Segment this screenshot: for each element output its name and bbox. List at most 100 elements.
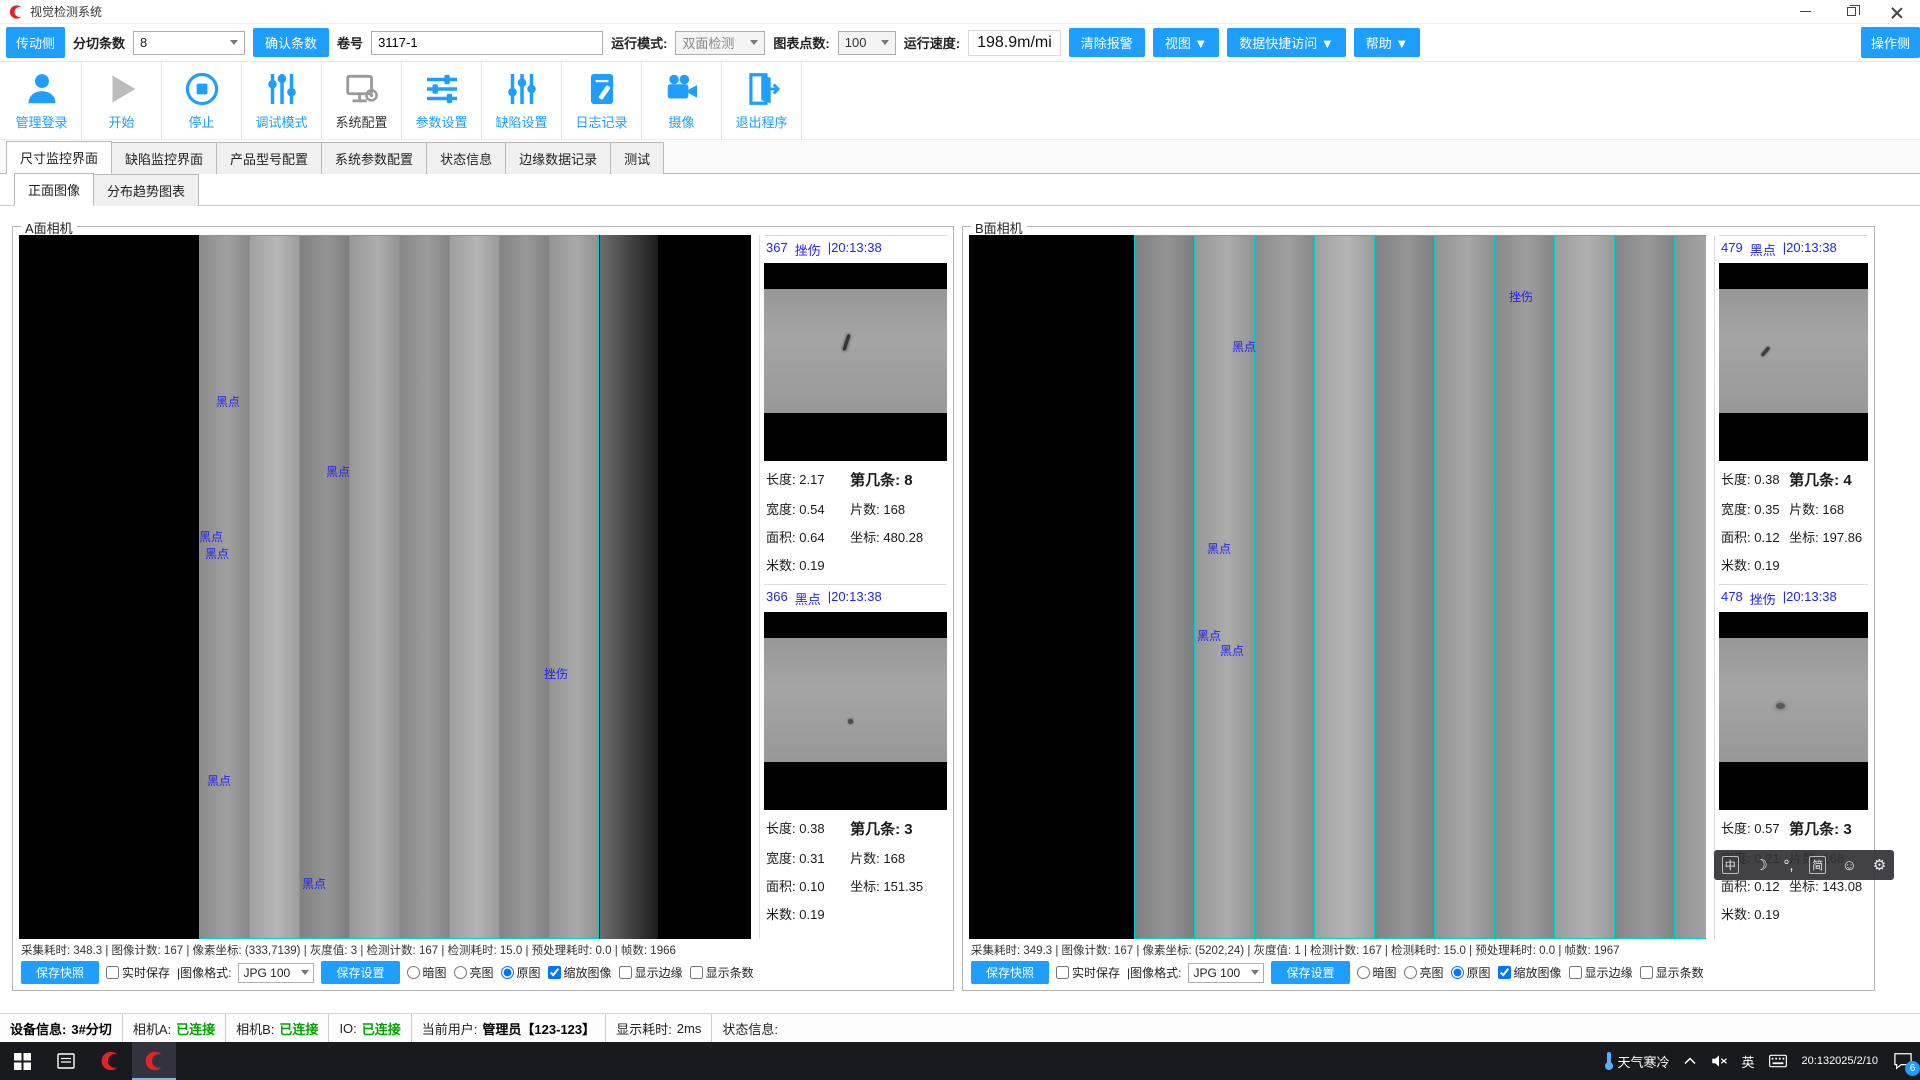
input-language-indicator[interactable]: 英	[1735, 1042, 1762, 1080]
dark-image-input[interactable]	[1357, 966, 1370, 979]
dark-image-input[interactable]	[407, 966, 420, 979]
defect-card-header[interactable]: 478 挫伤 |20:13:38	[1719, 585, 1868, 612]
stop-button[interactable]: 停止	[162, 62, 242, 139]
clock-widget[interactable]: 20:13 2025/2/10	[1794, 1042, 1886, 1080]
ime-emoji-icon[interactable]: ☺	[1842, 857, 1857, 874]
subtab-front-image[interactable]: 正面图像	[14, 173, 94, 206]
dark-image-radio[interactable]: 暗图	[1357, 964, 1397, 981]
coordinate-value: 197.86	[1822, 530, 1862, 545]
restore-button[interactable]	[1828, 0, 1874, 23]
exit-program-button[interactable]: 退出程序	[722, 62, 802, 139]
action-center-button[interactable]: 6	[1886, 1042, 1920, 1080]
main-tab-strip: 尺寸监控界面 缺陷监控界面 产品型号配置 系统参数配置 状态信息 边缘数据记录 …	[0, 140, 1920, 174]
show-count-input[interactable]	[690, 966, 703, 979]
clear-alarm-button[interactable]: 清除报警	[1069, 28, 1145, 57]
bright-image-input[interactable]	[1404, 966, 1417, 979]
realtime-save-checkbox[interactable]: 实时保存	[1056, 964, 1120, 981]
system-config-button[interactable]: 系统配置	[322, 62, 402, 139]
strip	[1434, 236, 1494, 938]
tab-product-model-config[interactable]: 产品型号配置	[216, 142, 322, 174]
original-image-radio[interactable]: 原图	[501, 964, 541, 981]
show-count-checkbox[interactable]: 显示条数	[690, 964, 754, 981]
defect-card-header[interactable]: 366 黑点 |20:13:38	[764, 585, 947, 612]
debug-mode-button[interactable]: 调试模式	[242, 62, 322, 139]
start-button[interactable]	[0, 1042, 44, 1080]
running-app-button[interactable]	[132, 1042, 176, 1080]
save-snapshot-button[interactable]: 保存快照	[21, 961, 99, 984]
ime-chinese-mode-button[interactable]: 中	[1722, 856, 1739, 874]
save-snapshot-button[interactable]: 保存快照	[971, 961, 1049, 984]
zoom-image-checkbox[interactable]: 缩放图像	[548, 964, 612, 981]
log-record-button[interactable]: 日志记录	[562, 62, 642, 139]
view-menu-button[interactable]: 视图 ▼	[1153, 28, 1219, 57]
show-edge-checkbox[interactable]: 显示边缘	[1569, 964, 1633, 981]
capture-button[interactable]: 摄像	[642, 62, 722, 139]
run-mode-select[interactable]: 双面检测	[675, 31, 765, 55]
hidden-icons-button[interactable]	[1677, 1042, 1703, 1080]
admin-login-button[interactable]: 管理登录	[2, 62, 82, 139]
param-settings-button[interactable]: 参数设置	[402, 62, 482, 139]
minimize-button[interactable]	[1782, 0, 1828, 23]
defect-thumbnail[interactable]	[1719, 612, 1868, 810]
defect-settings-button[interactable]: 缺陷设置	[482, 62, 562, 139]
image-format-select[interactable]: JPG 100	[238, 963, 314, 983]
close-button[interactable]	[1874, 0, 1920, 23]
zoom-image-input[interactable]	[1498, 966, 1511, 979]
split-count-select[interactable]: 8	[133, 31, 245, 55]
defect-thumbnail[interactable]	[1719, 263, 1868, 461]
tab-test[interactable]: 测试	[610, 142, 664, 174]
dark-image-radio[interactable]: 暗图	[407, 964, 447, 981]
io-label: IO:	[339, 1021, 356, 1036]
drive-side-button[interactable]: 传动侧	[6, 27, 65, 58]
realtime-save-checkbox[interactable]: 实时保存	[106, 964, 170, 981]
save-settings-button[interactable]: 保存设置	[1271, 961, 1349, 984]
save-settings-button[interactable]: 保存设置	[321, 961, 399, 984]
tab-system-param-config[interactable]: 系统参数配置	[321, 142, 427, 174]
original-image-input[interactable]	[501, 966, 514, 979]
defect-thumbnail[interactable]	[764, 612, 947, 810]
defect-id: 366	[766, 589, 788, 608]
weather-widget[interactable]: 天气寒冷	[1597, 1042, 1677, 1080]
show-count-checkbox[interactable]: 显示条数	[1640, 964, 1704, 981]
ime-simplified-button[interactable]: 简	[1809, 856, 1826, 874]
camera-b-image-view[interactable]: 挫伤 黑点 黑点 黑点 黑点	[969, 235, 1706, 939]
bright-image-radio[interactable]: 亮图	[1404, 964, 1444, 981]
help-menu-button[interactable]: 帮助 ▼	[1354, 28, 1420, 57]
touch-keyboard-button[interactable]	[1762, 1042, 1794, 1080]
roll-number-input[interactable]	[371, 31, 603, 55]
realtime-save-input[interactable]	[1056, 966, 1069, 979]
ime-fullwidth-moon-icon[interactable]: ☽	[1754, 856, 1767, 874]
ime-settings-gear-icon[interactable]: ⚙	[1873, 856, 1886, 874]
image-format-select[interactable]: JPG 100	[1188, 963, 1264, 983]
confirm-count-button[interactable]: 确认条数	[253, 28, 329, 57]
show-edge-checkbox[interactable]: 显示边缘	[619, 964, 683, 981]
volume-muted-button[interactable]	[1703, 1042, 1735, 1080]
bright-image-input[interactable]	[454, 966, 467, 979]
show-edge-input[interactable]	[619, 966, 632, 979]
start-button[interactable]: 开始	[82, 62, 162, 139]
show-edge-input[interactable]	[1569, 966, 1582, 979]
zoom-image-checkbox[interactable]: 缩放图像	[1498, 964, 1562, 981]
ime-punctuation-icon[interactable]: °,	[1783, 857, 1793, 874]
realtime-save-input[interactable]	[106, 966, 119, 979]
original-image-radio[interactable]: 原图	[1451, 964, 1491, 981]
tab-status-info[interactable]: 状态信息	[426, 142, 506, 174]
bright-image-radio[interactable]: 亮图	[454, 964, 494, 981]
defect-card-header[interactable]: 367 挫伤 |20:13:38	[764, 236, 947, 263]
camera-a-panel: A面相机 黑点 黑点 黑点	[12, 226, 954, 991]
tab-edge-data-record[interactable]: 边缘数据记录	[505, 142, 611, 174]
original-image-input[interactable]	[1451, 966, 1464, 979]
defect-thumbnail[interactable]	[764, 263, 947, 461]
show-count-input[interactable]	[1640, 966, 1653, 979]
subtab-distribution-trend-chart[interactable]: 分布趋势图表	[93, 174, 199, 206]
zoom-image-input[interactable]	[548, 966, 561, 979]
pinned-app-button[interactable]	[88, 1042, 132, 1080]
data-quick-access-menu-button[interactable]: 数据快捷访问 ▼	[1227, 28, 1345, 57]
task-view-button[interactable]	[44, 1042, 88, 1080]
tab-defect-monitor[interactable]: 缺陷监控界面	[111, 142, 217, 174]
defect-card-header[interactable]: 479 黑点 |20:13:38	[1719, 236, 1868, 263]
tab-size-monitor[interactable]: 尺寸监控界面	[6, 141, 112, 174]
camera-a-image-view[interactable]: 黑点 黑点 黑点 黑点 挫伤 黑点 黑点	[19, 235, 751, 939]
chart-points-select[interactable]: 100	[838, 31, 896, 55]
operator-side-button[interactable]: 操作侧	[1861, 27, 1920, 58]
